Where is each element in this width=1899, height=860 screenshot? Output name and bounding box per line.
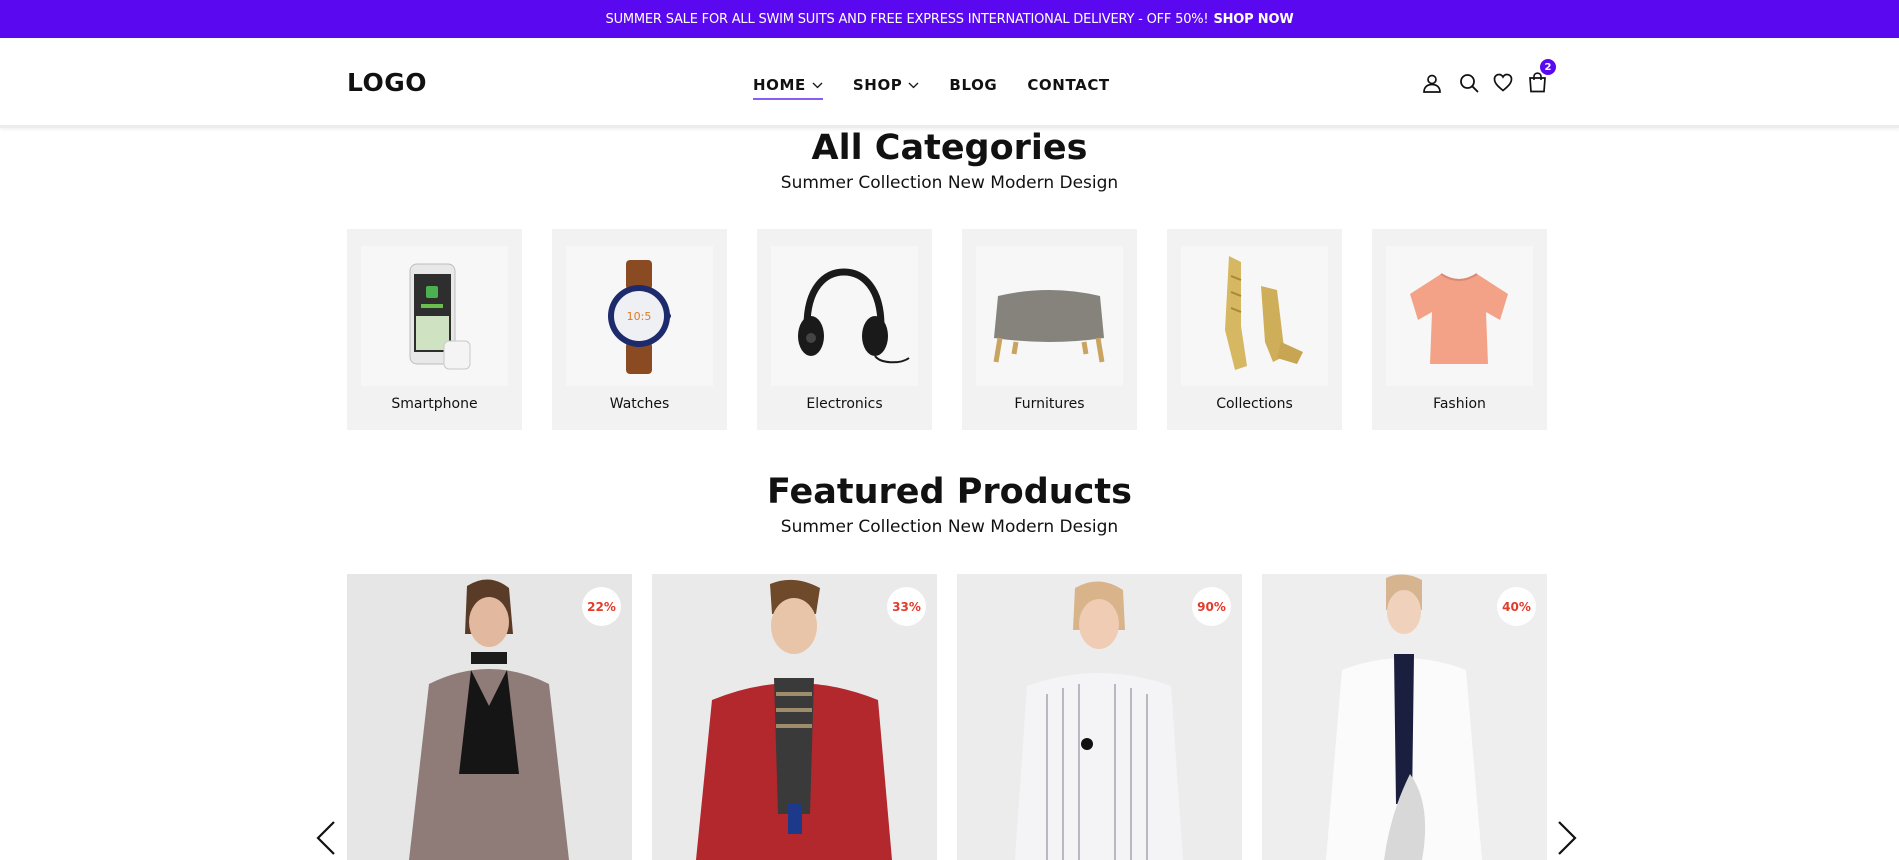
logo[interactable]: LOGO bbox=[347, 68, 427, 97]
discount-badge: 33% bbox=[887, 587, 926, 626]
category-label: Collections bbox=[1216, 396, 1293, 412]
carousel-prev-arrow-icon[interactable] bbox=[316, 820, 336, 860]
sandals-image bbox=[1181, 246, 1328, 386]
featured-title: Featured Products bbox=[767, 472, 1132, 512]
svg-text:10:5: 10:5 bbox=[627, 310, 652, 323]
product-card[interactable]: 40% bbox=[1262, 574, 1547, 860]
main-nav: HOME SHOP BLOG CONTACT bbox=[753, 74, 1140, 100]
cart-count-badge: 2 bbox=[1540, 59, 1556, 75]
heart-icon[interactable] bbox=[1493, 73, 1513, 96]
smartphone-image bbox=[361, 246, 508, 386]
announcement-bar: SUMMER SALE FOR ALL SWIM SUITS AND FREE … bbox=[0, 0, 1899, 38]
category-list: Smartphone 10:5 Watches Electronics Furn… bbox=[347, 229, 1547, 430]
category-label: Watches bbox=[609, 396, 670, 412]
category-card-furnitures[interactable]: Furnitures bbox=[962, 229, 1137, 430]
headphones-image bbox=[771, 246, 918, 386]
categories-title: All Categories bbox=[811, 128, 1088, 168]
category-card-smartphone[interactable]: Smartphone bbox=[347, 229, 522, 430]
watch-image: 10:5 bbox=[566, 246, 713, 386]
nav-item-label: SHOP bbox=[852, 76, 903, 94]
category-label: Smartphone bbox=[391, 396, 478, 412]
ottoman-image bbox=[976, 246, 1123, 386]
chevron-down-icon bbox=[908, 82, 919, 89]
discount-badge: 90% bbox=[1192, 587, 1231, 626]
cart-icon[interactable]: 2 bbox=[1528, 59, 1556, 97]
discount-badge: 22% bbox=[582, 587, 621, 626]
discount-badge: 40% bbox=[1497, 587, 1536, 626]
category-card-watches[interactable]: 10:5 Watches bbox=[552, 229, 727, 430]
blouse-image bbox=[1386, 246, 1533, 386]
featured-subtitle: Summer Collection New Modern Design bbox=[780, 517, 1119, 537]
nav-item-label: BLOG bbox=[949, 76, 998, 94]
category-card-collections[interactable]: Collections bbox=[1167, 229, 1342, 430]
nav-item-contact[interactable]: CONTACT bbox=[1027, 74, 1109, 96]
nav-item-shop[interactable]: SHOP bbox=[853, 74, 920, 96]
search-icon[interactable] bbox=[1459, 73, 1479, 97]
chevron-down-icon bbox=[812, 82, 823, 89]
shop-now-link[interactable]: SHOP NOW bbox=[1213, 12, 1293, 27]
product-card[interactable]: 22% bbox=[347, 574, 632, 860]
nav-item-home[interactable]: HOME bbox=[753, 74, 823, 100]
nav-item-blog[interactable]: BLOG bbox=[949, 74, 997, 96]
categories-subtitle: Summer Collection New Modern Design bbox=[780, 173, 1119, 193]
user-icon[interactable] bbox=[1422, 73, 1442, 97]
site-header: LOGO HOME SHOP BLOG CONTACT bbox=[0, 38, 1899, 128]
announcement-text: SUMMER SALE FOR ALL SWIM SUITS AND FREE … bbox=[605, 11, 1209, 27]
nav-item-label: HOME bbox=[753, 76, 806, 94]
category-card-electronics[interactable]: Electronics bbox=[757, 229, 932, 430]
product-card[interactable]: 33% bbox=[652, 574, 937, 860]
category-label: Furnitures bbox=[1014, 396, 1085, 412]
category-label: Electronics bbox=[806, 396, 883, 412]
category-label: Fashion bbox=[1433, 396, 1486, 412]
nav-item-label: CONTACT bbox=[1027, 76, 1110, 94]
product-card[interactable]: 90% bbox=[957, 574, 1242, 860]
carousel-next-arrow-icon[interactable] bbox=[1557, 820, 1577, 860]
product-carousel: 22% 33% 90% 40% bbox=[347, 574, 1547, 860]
category-card-fashion[interactable]: Fashion bbox=[1372, 229, 1547, 430]
